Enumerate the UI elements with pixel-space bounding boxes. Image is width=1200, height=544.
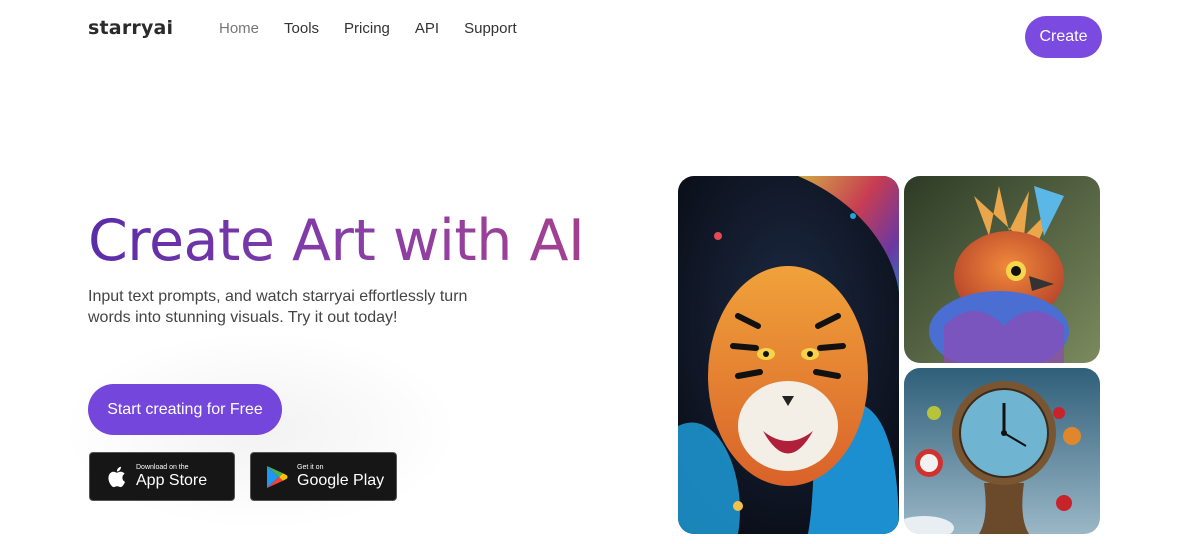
app-store-big-text: App Store	[136, 471, 208, 489]
brand-logo[interactable]: starryai	[88, 17, 173, 39]
top-nav: Home Tools Pricing API Support	[219, 20, 517, 37]
nav-item-tools[interactable]: Tools	[284, 20, 319, 37]
app-store-badge[interactable]: Download on the App Store	[89, 452, 235, 501]
google-play-small-text: Get it on	[297, 463, 324, 471]
start-creating-button[interactable]: Start creating for Free	[88, 384, 282, 435]
google-play-big-text: Google Play	[297, 471, 385, 489]
google-play-badge[interactable]: Get it on Google Play	[250, 452, 397, 501]
nav-item-pricing[interactable]: Pricing	[344, 20, 390, 37]
app-store-small-text: Download on the	[136, 463, 189, 471]
nav-item-api[interactable]: API	[415, 20, 439, 37]
tiger-artwork-image	[678, 176, 899, 534]
nav-item-home[interactable]: Home	[219, 20, 259, 37]
google-play-icon	[265, 464, 289, 490]
nav-item-support[interactable]: Support	[464, 20, 517, 37]
hero-subtitle: Input text prompts, and watch starryai e…	[88, 288, 468, 326]
apple-icon	[104, 464, 128, 490]
create-button[interactable]: Create	[1025, 16, 1102, 58]
bird-artwork-image	[904, 176, 1100, 363]
clock-artwork-image	[904, 368, 1100, 534]
hero-title: Create Art with AI	[88, 208, 585, 274]
